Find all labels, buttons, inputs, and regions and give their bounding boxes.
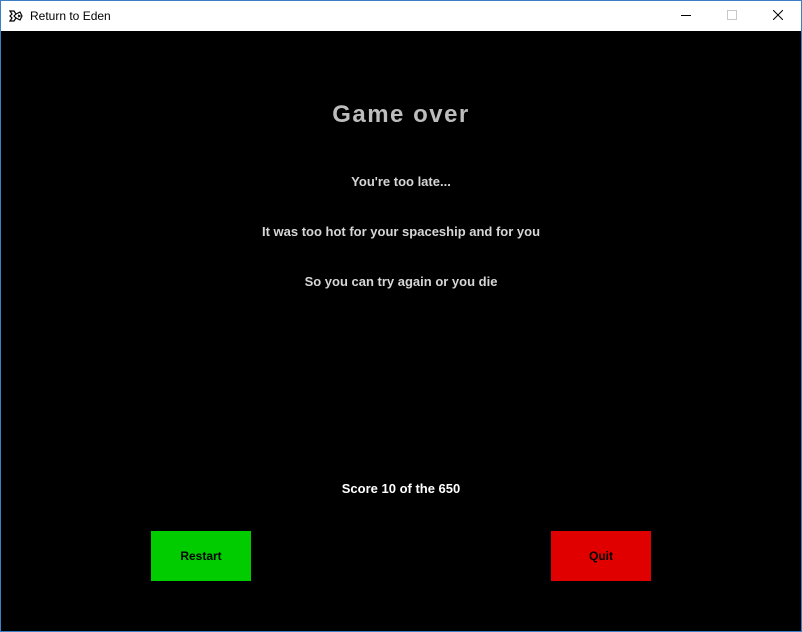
title-bar[interactable]: Return to Eden: [1, 1, 801, 31]
quit-button-label: Quit: [589, 549, 613, 563]
message-line: It was too hot for your spaceship and fo…: [261, 224, 541, 239]
minimize-icon: [681, 7, 691, 25]
score-text: Score 10 of the 650: [341, 481, 461, 496]
window-title: Return to Eden: [30, 9, 111, 23]
close-icon: [772, 7, 784, 25]
app-icon[interactable]: [8, 8, 24, 24]
game-over-heading: Game over: [332, 101, 470, 128]
minimize-button[interactable]: [663, 1, 709, 31]
restart-button[interactable]: Restart: [151, 531, 251, 581]
game-screen: Game over You're too late... It was too …: [1, 31, 801, 631]
restart-button-label: Restart: [180, 549, 222, 563]
close-button[interactable]: [755, 1, 801, 31]
maximize-button[interactable]: [709, 1, 755, 31]
message-line: You're too late...: [351, 174, 451, 189]
message-line: So you can try again or you die: [304, 274, 498, 289]
game-window: Return to Eden Game over You're too late…: [0, 0, 802, 632]
maximize-icon: [727, 7, 737, 25]
quit-button[interactable]: Quit: [551, 531, 651, 581]
